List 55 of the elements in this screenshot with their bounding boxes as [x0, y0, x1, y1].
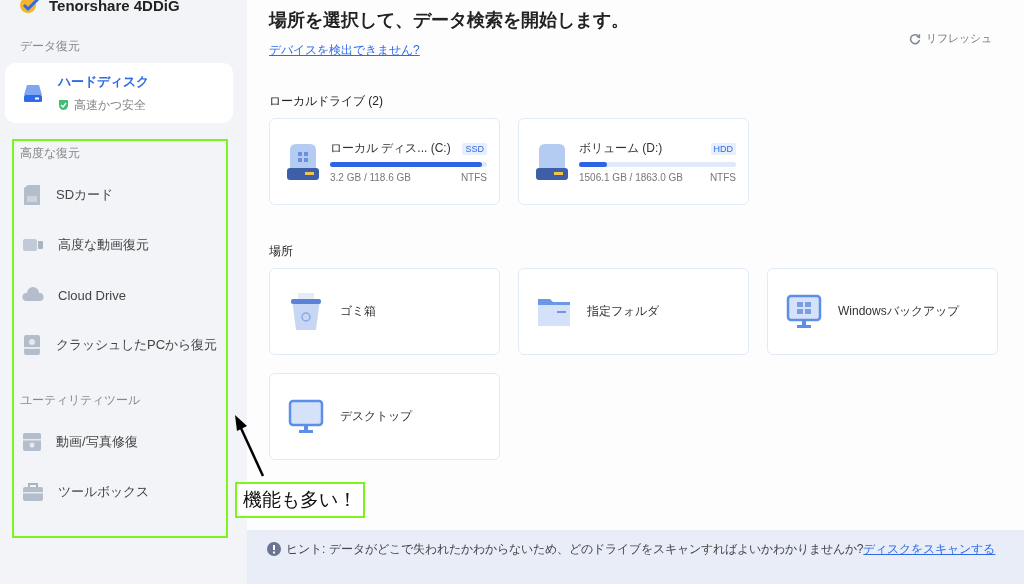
drive-card[interactable]: ローカル ディス... (C:) SSD 3.2 GB / 118.6 GB NTFS	[269, 118, 500, 205]
refresh-icon	[909, 32, 921, 45]
refresh-button[interactable]: リフレッシュ	[903, 30, 998, 47]
repair-drive-icon	[22, 431, 42, 453]
monitor-windows-icon	[786, 293, 822, 330]
sidebar-item[interactable]: 高度な動画復元	[5, 220, 233, 270]
section-heading: ローカルドライブ (2)	[269, 93, 384, 110]
drive-type-badge: HDD	[710, 142, 736, 155]
computer-case-icon	[22, 334, 42, 356]
callout-label: 機能も多い！	[235, 482, 365, 518]
section-label: データ復元	[19, 38, 81, 55]
sidebar-item[interactable]: Cloud Drive	[5, 270, 233, 320]
drive-icon	[286, 141, 320, 182]
location-label: ゴミ箱	[340, 303, 376, 320]
subtitle-text: 高速かつ安全	[74, 96, 146, 114]
scan-disk-link[interactable]: ディスクをスキャンする	[863, 542, 996, 556]
filesystem-text: NTFS	[709, 172, 736, 183]
location-label: デスクトップ	[340, 408, 412, 425]
drive-card[interactable]: ボリューム (D:) HDD 1506.1 GB / 1863.0 GB NTFS	[518, 118, 749, 205]
toolbox-icon	[22, 482, 44, 502]
sidebar-item[interactable]: ハードディスク 高速かつ安全	[5, 63, 233, 123]
logo-icon	[19, 0, 41, 14]
sidebar-item[interactable]: クラッシュしたPCから復元	[5, 320, 233, 370]
trash-bin-icon	[288, 291, 324, 332]
app-title: Tenorshare 4DDiG	[49, 0, 180, 14]
location-card[interactable]: デスクトップ	[269, 373, 500, 460]
section-label: 高度な復元	[19, 145, 81, 162]
sd-card-icon	[22, 184, 42, 206]
video-camera-icon	[22, 236, 44, 254]
section-label: ユーティリティツール	[19, 392, 141, 409]
filesystem-text: NTFS	[460, 172, 487, 183]
location-card[interactable]: ゴミ箱	[269, 268, 500, 355]
drive-name: ローカル ディス... (C:)	[330, 140, 451, 157]
sidebar-item[interactable]: ツールボックス	[5, 467, 233, 517]
shield-icon	[58, 99, 69, 111]
usage-text: 3.2 GB / 118.6 GB	[330, 172, 411, 183]
location-label: Windowsバックアップ	[838, 303, 959, 320]
hard-drive-icon	[22, 82, 44, 104]
help-link[interactable]: デバイスを検出できません?	[269, 43, 420, 57]
usage-text: 1506.1 GB / 1863.0 GB	[579, 172, 683, 183]
section-heading: 場所	[269, 243, 294, 260]
location-label: 指定フォルダ	[587, 303, 659, 320]
page-title: 場所を選択して、データ検索を開始します。	[269, 9, 629, 32]
sidebar-item[interactable]: 動画/写真修復	[5, 417, 233, 467]
monitor-icon	[288, 398, 324, 435]
drive-icon	[535, 141, 569, 182]
arrow	[235, 415, 265, 477]
drive-type-badge: SSD	[462, 142, 487, 155]
sidebar-item[interactable]: SDカード	[5, 170, 233, 220]
drive-name: ボリューム (D:)	[579, 140, 663, 157]
location-card[interactable]: Windowsバックアップ	[767, 268, 998, 355]
info-icon	[267, 542, 281, 556]
location-card[interactable]: 指定フォルダ	[518, 268, 749, 355]
hint-text: ヒント: データがどこで失われたかわからないため、どのドライブをスキャンすればよいかわかりませんか?ディスクをスキャンする	[286, 541, 996, 558]
cloud-icon	[22, 286, 44, 304]
